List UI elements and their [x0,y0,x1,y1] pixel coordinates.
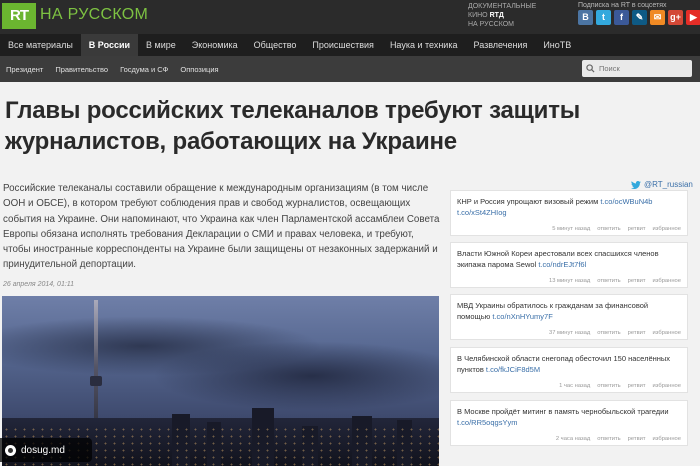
tweet-time: 2 часа назад [555,436,591,442]
youtube-icon[interactable]: ▶ [686,10,700,25]
watermark-text: dosug.md [21,444,65,456]
google-plus-icon[interactable]: g+ [668,10,683,25]
tweet-reply-link[interactable]: ответить [597,383,620,389]
tweet-time: 5 минут назад [552,226,591,232]
tweet-reply-link[interactable]: ответить [597,330,620,336]
tweet-link[interactable]: t.co/nXnHYumy7F [492,312,552,321]
tweet-link-continued[interactable]: t.co/xSt4ZHIog [457,208,507,217]
tweet-meta: 1 час назад ответить ретвит избранное [559,383,681,389]
facebook-icon[interactable]: f [614,10,629,25]
rt-logo[interactable]: RT [2,3,36,29]
twitter-icon[interactable]: t [596,10,611,25]
tweet-favorite-link[interactable]: избранное [653,383,681,389]
article-lead: Российские телеканалы составили обращени… [3,183,440,271]
nav-item-all[interactable]: Все материалы [0,34,81,56]
nav-item-society[interactable]: Общество [246,34,305,56]
tweet-retweet-link[interactable]: ретвит [628,226,646,232]
top-header: RT НА РУССКОМ Документальные кино RTД на… [0,0,700,34]
sub-nav: Президент Правительство Госдума и СФ Опп… [0,56,700,82]
tweet-reply-link[interactable]: ответить [597,436,620,442]
article-title: Главы российских телеканалов требуют защ… [5,97,581,155]
twitter-bird-icon [631,180,641,189]
tweet-card: КНР и Россия упрощают визовый режим t.co… [450,190,688,236]
tweet-text: В Москве пройдёт митинг в память чернобы… [457,407,669,416]
documentary-link[interactable]: Документальные кино RTД на русском [468,2,548,29]
tweet-text-block: В Челябинской области снегопад обесточил… [457,353,681,375]
subnav-item-government[interactable]: Правительство [49,65,114,74]
subnav-item-president[interactable]: Президент [0,65,49,74]
tweet-card: В Челябинской области снегопад обесточил… [450,347,688,393]
search-input[interactable] [599,64,679,73]
tweet-retweet-link[interactable]: ретвит [628,436,646,442]
tweet-reply-link[interactable]: ответить [597,278,620,284]
twitter-handle-text: @RT_russian [644,180,693,189]
doc-line-3: на русском [468,21,515,28]
tweet-text-block: МВД Украины обратилось к гражданам за фи… [457,300,681,322]
tweet-time: 37 минут назад [549,330,591,336]
article-date: 26 апреля 2014, 01:11 [3,281,75,288]
tweet-link[interactable]: t.co/ocWBuN4b [600,197,652,206]
watermark: dosug.md [0,438,92,462]
tweet-favorite-link[interactable]: избранное [653,330,681,336]
subscribe-label: Подписка на RT в соцсетях [578,2,667,9]
tweet-favorite-link[interactable]: избранное [653,226,681,232]
tweet-time: 1 час назад [559,383,591,389]
livejournal-icon[interactable]: ✎ [632,10,647,25]
vk-icon[interactable]: B [578,10,593,25]
photo-cloud [152,341,439,411]
tweet-retweet-link[interactable]: ретвит [628,278,646,284]
tweet-link[interactable]: t.co/fkJCiF8d5M [486,365,540,374]
doc-line-2-accent: RTД [489,12,504,19]
watermark-icon [5,444,16,456]
tweet-text: КНР и Россия упрощают визовый режим [457,197,601,206]
tweet-retweet-link[interactable]: ретвит [628,383,646,389]
tweet-reply-link[interactable]: ответить [597,226,620,232]
odnoklassniki-icon[interactable]: ✉ [650,10,665,25]
nav-item-economy[interactable]: Экономика [184,34,246,56]
doc-line-2-prefix: кино [468,12,490,19]
nav-item-inotv[interactable]: ИноТВ [535,34,579,56]
tweet-text-block: Власти Южной Кореи арестовали всех спасш… [457,248,681,270]
tweet-time: 13 минут назад [549,278,591,284]
tweet-card: В Москве пройдёт митинг в память чернобы… [450,400,688,446]
nav-item-incidents[interactable]: Происшествия [304,34,382,56]
tweet-meta: 2 часа назад ответить ретвит избранное [556,436,681,442]
logo-subtitle[interactable]: НА РУССКОМ [40,5,148,25]
nav-item-entertainment[interactable]: Развлечения [465,34,535,56]
nav-item-science[interactable]: Наука и техника [382,34,466,56]
nav-item-world[interactable]: В мире [138,34,184,56]
tweet-link[interactable]: t.co/ndrEJt7f6l [538,260,586,269]
social-icons: Btf✎✉g+▶☰ [578,10,700,25]
photo-tower-pod [90,376,102,386]
tweet-retweet-link[interactable]: ретвит [628,330,646,336]
subnav-item-duma[interactable]: Госдума и СФ [114,65,174,74]
twitter-handle[interactable]: @RT_russian [631,180,693,189]
tweet-meta: 5 минут назад ответить ретвит избранное [552,226,681,232]
tweet-text-block: КНР и Россия упрощают визовый режим t.co… [457,196,681,218]
tweet-meta: 13 минут назад ответить ретвит избранное [549,278,681,284]
tweet-text-block: В Москве пройдёт митинг в память чернобы… [457,406,681,428]
main-nav: Все материалы В России В мире Экономика Обще… [0,34,700,56]
doc-line-1: Документальные [468,3,537,10]
subnav-item-opposition[interactable]: Оппозиция [174,65,224,74]
nav-item-russia[interactable]: В России [80,34,139,56]
tweet-favorite-link[interactable]: избранное [653,436,681,442]
search-icon [586,64,595,73]
tweet-favorite-link[interactable]: избранное [653,278,681,284]
search-box[interactable] [582,60,692,77]
tweet-meta: 37 минут назад ответить ретвит избранное [549,330,681,336]
tweet-card: МВД Украины обратилось к гражданам за фи… [450,294,688,340]
tweet-link[interactable]: t.co/RR5oqgsYym [457,418,517,427]
tweet-card: Власти Южной Кореи арестовали всех спасш… [450,242,688,288]
